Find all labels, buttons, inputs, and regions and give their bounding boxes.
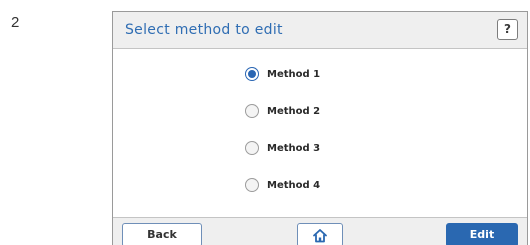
method-option-4[interactable]: Method 4 xyxy=(245,175,320,195)
radio-button[interactable] xyxy=(245,178,259,192)
radio-button[interactable] xyxy=(245,141,259,155)
method-label: Method 1 xyxy=(267,68,321,80)
step-number: 2 xyxy=(11,14,20,31)
back-button[interactable]: Back xyxy=(122,223,202,245)
home-button[interactable] xyxy=(297,223,343,245)
method-option-1[interactable]: Method 1 xyxy=(245,64,320,84)
footer-bar: Back Edit xyxy=(113,217,527,245)
header-bar: Select method to edit ? xyxy=(113,12,527,49)
radio-button[interactable] xyxy=(245,67,259,81)
radio-button[interactable] xyxy=(245,104,259,118)
method-label: Method 4 xyxy=(267,179,321,191)
edit-button[interactable]: Edit xyxy=(446,223,518,245)
home-icon xyxy=(313,229,327,243)
method-option-2[interactable]: Method 2 xyxy=(245,101,320,121)
device-screen: Select method to edit ? Method 1 Method … xyxy=(112,11,528,245)
page-title: Select method to edit xyxy=(125,22,283,38)
help-button[interactable]: ? xyxy=(497,19,518,40)
method-label: Method 2 xyxy=(267,105,321,117)
method-option-3[interactable]: Method 3 xyxy=(245,138,320,158)
method-label: Method 3 xyxy=(267,142,321,154)
method-radio-group: Method 1 Method 2 Method 3 Method 4 xyxy=(245,64,320,212)
